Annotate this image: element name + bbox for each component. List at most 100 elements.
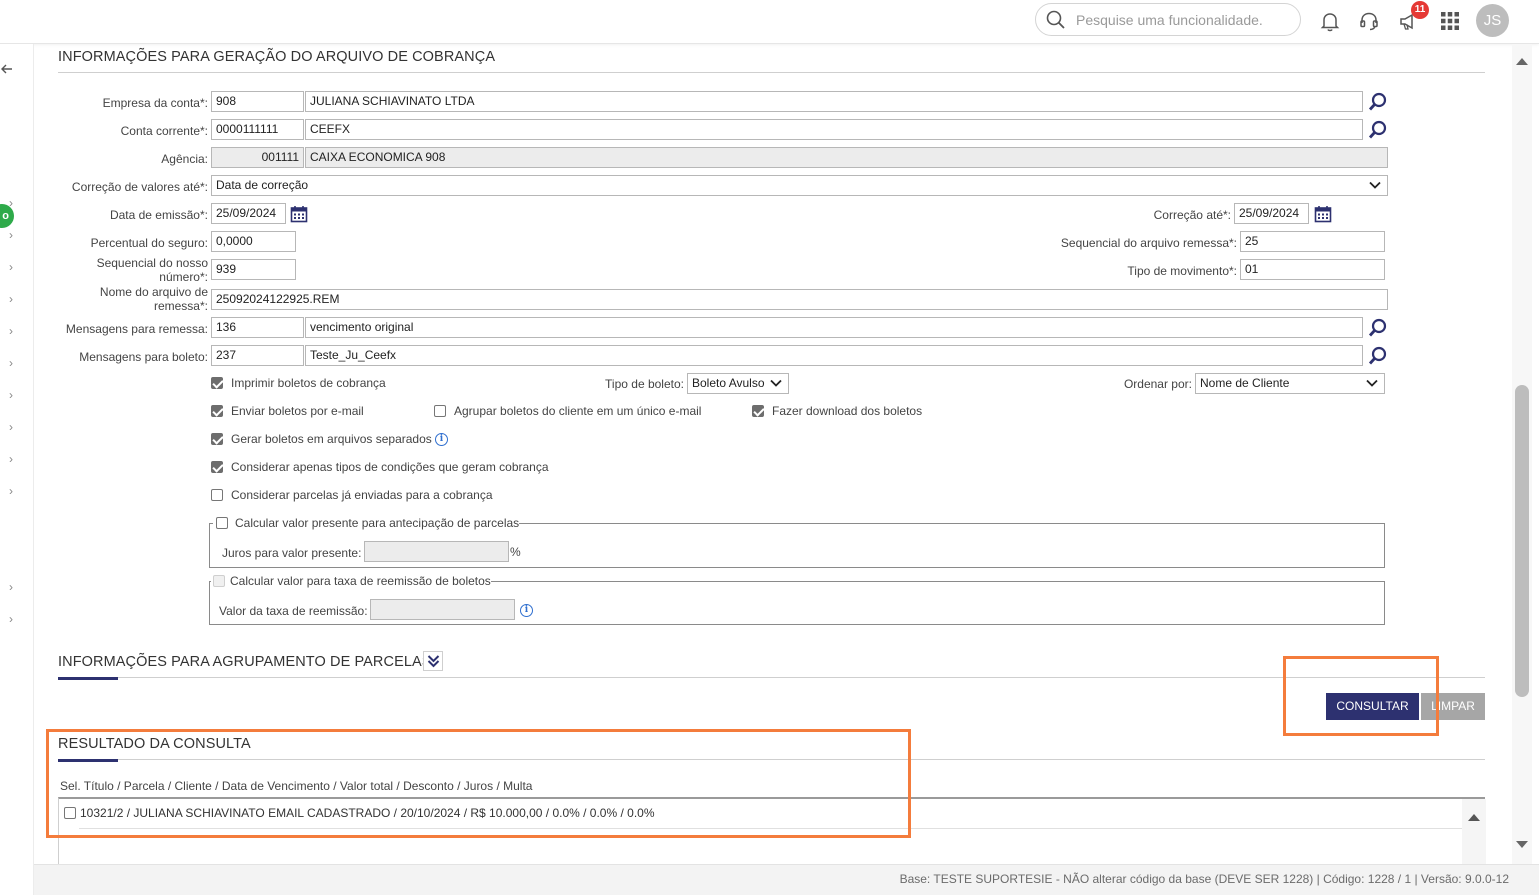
- chevron-right-icon[interactable]: ›: [9, 356, 13, 370]
- highlight-box-buttons: [1283, 656, 1439, 736]
- avatar[interactable]: JS: [1476, 4, 1509, 37]
- magnifier-icon[interactable]: [1368, 92, 1388, 112]
- bell-icon[interactable]: [1318, 9, 1342, 33]
- correcao-valores-select[interactable]: Data de correção: [211, 175, 1388, 196]
- msg-boleto-text-input[interactable]: Teste_Ju_Ceefx: [305, 345, 1363, 366]
- apps-grid-icon[interactable]: [1438, 9, 1462, 33]
- agrupar-checkbox[interactable]: [434, 405, 446, 417]
- footer: Base: TESTE SUPORTESIE - NÃO alterar cód…: [34, 864, 1539, 895]
- double-chevron-down-icon: [427, 655, 440, 668]
- calendar-icon[interactable]: [1314, 205, 1332, 223]
- msg-boleto-code-input[interactable]: 237: [211, 345, 304, 366]
- section-divider: [58, 677, 1485, 678]
- data-emissao-label: Data de emissão*:: [109, 208, 208, 222]
- agencia-code-field: 001111: [211, 147, 304, 168]
- chevron-right-icon[interactable]: ›: [9, 260, 13, 274]
- msg-remessa-label: Mensagens para remessa:: [65, 322, 208, 336]
- imprimir-checkbox[interactable]: [211, 377, 223, 389]
- chevron-right-icon[interactable]: ›: [9, 196, 13, 210]
- juros-label: Juros para valor presente:: [222, 546, 362, 560]
- considerar-tipos-checkbox[interactable]: [211, 461, 223, 473]
- correcao-valores-value: Data de correção: [216, 178, 309, 192]
- agencia-label: Agência:: [161, 152, 208, 166]
- tipo-boleto-select[interactable]: Boleto Avulso: [687, 373, 789, 394]
- nome-arquivo-input[interactable]: 25092024122925.REM: [211, 289, 1388, 310]
- seq-nosso-input[interactable]: 939: [211, 259, 296, 280]
- results-scrollbar[interactable]: [1462, 799, 1486, 864]
- chevron-right-icon[interactable]: ›: [9, 388, 13, 402]
- back-arrow-icon[interactable]: [0, 62, 14, 76]
- seq-arquivo-label: Sequencial do arquivo remessa*:: [1060, 236, 1237, 250]
- msg-remessa-code-input[interactable]: 136: [211, 317, 304, 338]
- search-icon: [1046, 10, 1065, 29]
- considerar-parcelas-label: Considerar parcelas já enviadas para a c…: [231, 488, 493, 502]
- tipo-mov-input[interactable]: 01: [1240, 259, 1385, 280]
- correcao-valores-label: Correção de valores até*:: [71, 180, 208, 194]
- enviar-email-checkbox[interactable]: [211, 405, 223, 417]
- chevron-right-icon[interactable]: ›: [9, 612, 13, 626]
- ordenar-select[interactable]: Nome de Cliente: [1195, 373, 1385, 394]
- chevron-right-icon[interactable]: ›: [9, 324, 13, 338]
- taxa-reemissao-legend-label: Calcular valor para taxa de reemissão de…: [230, 574, 491, 588]
- msg-remessa-text-input[interactable]: vencimento original: [305, 317, 1363, 338]
- conta-code-input[interactable]: 0000111111: [211, 119, 304, 140]
- considerar-tipos-label: Considerar apenas tipos de condições que…: [231, 460, 549, 474]
- conta-label: Conta corrente*:: [120, 124, 208, 138]
- chevron-right-icon[interactable]: ›: [9, 420, 13, 434]
- considerar-parcelas-checkbox[interactable]: [211, 489, 223, 501]
- conta-name-input[interactable]: CEEFX: [305, 119, 1363, 140]
- ordenar-label: Ordenar por:: [1123, 377, 1192, 391]
- empresa-label: Empresa da conta*:: [102, 96, 208, 110]
- taxa-reemissao-checkbox[interactable]: [213, 575, 225, 587]
- scrollbar-thumb[interactable]: [1515, 385, 1529, 697]
- correcao-ate-label: Correção até*:: [1153, 208, 1231, 222]
- seq-arquivo-input[interactable]: 25: [1240, 231, 1385, 252]
- section-divider: [58, 72, 1485, 73]
- chevron-right-icon[interactable]: ›: [9, 484, 13, 498]
- calendar-icon[interactable]: [290, 205, 308, 223]
- info-icon[interactable]: i: [435, 433, 448, 446]
- percentual-label: Percentual do seguro:: [90, 236, 208, 250]
- highlight-box-results: [46, 729, 911, 838]
- percentual-input[interactable]: 0,0000: [211, 231, 296, 252]
- chevron-right-icon[interactable]: ›: [9, 452, 13, 466]
- valor-presente-checkbox[interactable]: [216, 517, 228, 529]
- gerar-separados-checkbox[interactable]: [211, 433, 223, 445]
- taxa-reemissao-legend: Calcular valor para taxa de reemissão de…: [211, 573, 491, 589]
- footer-text: Base: TESTE SUPORTESIE - NÃO alterar cód…: [899, 872, 1509, 886]
- info-icon[interactable]: i: [520, 604, 533, 617]
- scroll-up-icon[interactable]: [1515, 56, 1529, 66]
- search-box[interactable]: Pesquise uma funcionalidade.: [1035, 3, 1301, 36]
- headset-icon[interactable]: [1357, 9, 1381, 33]
- tipo-boleto-label: Tipo de boleto:: [605, 377, 684, 391]
- chevron-right-icon[interactable]: ›: [9, 292, 13, 306]
- section-accent: [58, 677, 118, 680]
- msg-boleto-label: Mensagens para boleto:: [79, 350, 208, 364]
- empresa-code-input[interactable]: 908: [211, 91, 304, 112]
- notification-badge: 11: [1411, 1, 1429, 19]
- search-input[interactable]: Pesquise uma funcionalidade.: [1076, 12, 1263, 28]
- chevron-right-icon[interactable]: ›: [9, 228, 13, 242]
- top-bar: Pesquise uma funcionalidade. 11 JS: [0, 0, 1539, 44]
- juros-percent-suffix: %: [510, 545, 521, 559]
- scroll-down-icon[interactable]: [1515, 840, 1529, 850]
- scroll-up-icon[interactable]: [1467, 812, 1481, 822]
- enviar-email-label: Enviar boletos por e-mail: [231, 404, 364, 418]
- download-checkbox[interactable]: [752, 405, 764, 417]
- juros-input[interactable]: [364, 541, 509, 562]
- expand-section-button[interactable]: [423, 651, 443, 671]
- magnifier-icon[interactable]: [1368, 120, 1388, 140]
- taxa-input[interactable]: [370, 599, 515, 620]
- chevron-down-icon: [1366, 379, 1378, 387]
- tipo-mov-label: Tipo de movimento*:: [1127, 264, 1237, 278]
- data-emissao-input[interactable]: 25/09/2024: [211, 203, 286, 224]
- taxa-label: Valor da taxa de reemissão:: [219, 604, 368, 618]
- magnifier-icon[interactable]: [1368, 318, 1388, 338]
- agencia-name-field: CAIXA ECONOMICA 908: [305, 147, 1388, 168]
- chevron-right-icon[interactable]: ›: [9, 580, 13, 594]
- empresa-name-input[interactable]: JULIANA SCHIAVINATO LTDA: [305, 91, 1363, 112]
- magnifier-icon[interactable]: [1368, 346, 1388, 366]
- download-label: Fazer download dos boletos: [772, 404, 923, 418]
- section-title-generation: INFORMAÇÕES PARA GERAÇÃO DO ARQUIVO DE C…: [58, 49, 496, 65]
- correcao-ate-input[interactable]: 25/09/2024: [1234, 203, 1309, 224]
